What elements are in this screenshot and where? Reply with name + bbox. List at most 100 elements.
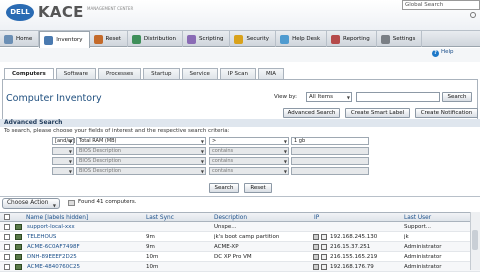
- create-smart-label-link[interactable]: Create Smart Label: [345, 108, 410, 118]
- field-select[interactable]: BIOS Description ▼: [76, 167, 206, 175]
- operator-select[interactable]: contains ▼: [209, 157, 289, 165]
- criteria-value-input[interactable]: [291, 167, 369, 175]
- table-row[interactable]: DNH-89EEEF2D25 10m DC XP Pro VM 216.155.165…: [0, 252, 480, 262]
- scripting-icon: [187, 34, 196, 44]
- description: jk's boot camp partition: [214, 234, 280, 240]
- operator-select-value: contains: [212, 168, 234, 174]
- nav-scripting[interactable]: Scripting: [183, 31, 231, 47]
- chevron-down-icon: ▼: [283, 169, 287, 174]
- ping-icon[interactable]: [321, 244, 327, 250]
- computer-name-link[interactable]: ACME-6C0AF7498F: [27, 242, 80, 252]
- operator-select[interactable]: contains ▼: [209, 147, 289, 155]
- computer-icon: [15, 254, 22, 260]
- computer-name-link[interactable]: TELEHOUS: [27, 232, 56, 242]
- chevron-down-icon: ▼: [200, 169, 204, 174]
- help-icon[interactable]: ?: [432, 50, 439, 57]
- ip-address: 216.15.37.251: [330, 244, 371, 250]
- ping-icon[interactable]: [321, 234, 327, 240]
- network-icon[interactable]: [313, 254, 319, 260]
- help-link[interactable]: Help: [441, 49, 454, 55]
- row-checkbox[interactable]: [4, 234, 10, 240]
- field-select-value: BIOS Description: [79, 168, 122, 174]
- operator-select[interactable]: contains ▼: [209, 167, 289, 175]
- nav-distribution[interactable]: Distribution: [128, 31, 183, 47]
- field-select[interactable]: BIOS Description ▼: [76, 147, 206, 155]
- table-row[interactable]: TELEHOUS 9m jk's boot camp partition 192.16…: [0, 232, 480, 242]
- advanced-search-link[interactable]: Advanced Search: [283, 108, 340, 118]
- tab-mia[interactable]: MIA: [257, 68, 285, 79]
- advanced-search-description: To search, please choose your fields of …: [4, 128, 230, 134]
- operator-select-value: contains: [212, 158, 234, 164]
- choose-action-label: Choose Action: [7, 200, 49, 206]
- conjunction-select[interactable]: [and/or] ▼: [52, 137, 75, 145]
- nav-inventory[interactable]: Inventory: [39, 31, 90, 48]
- criteria-value-input[interactable]: [291, 147, 369, 155]
- ping-icon[interactable]: [321, 254, 327, 260]
- tab-software[interactable]: Software: [55, 68, 96, 79]
- conjunction-select[interactable]: ▼: [52, 157, 74, 165]
- tab-ip-scan[interactable]: IP Scan: [219, 68, 256, 79]
- col-last-sync[interactable]: Last Sync: [146, 214, 174, 222]
- row-checkbox[interactable]: [4, 254, 10, 260]
- nav-home[interactable]: Home: [0, 31, 40, 47]
- search-input[interactable]: [356, 92, 440, 102]
- choose-action-dropdown[interactable]: Choose Action ▼: [2, 198, 60, 209]
- conjunction-select[interactable]: ▼: [52, 147, 74, 155]
- computer-name-link[interactable]: support-local-xxx: [27, 222, 75, 232]
- chevron-down-icon: ▼: [68, 139, 72, 144]
- page-title: Computer Inventory: [6, 93, 102, 104]
- select-all-checkbox[interactable]: [4, 214, 10, 220]
- criteria-value-input[interactable]: [291, 157, 369, 165]
- view-by-value: All Items: [309, 94, 333, 100]
- ping-icon[interactable]: [321, 264, 327, 270]
- computer-name-link[interactable]: ACME-4840760C25: [27, 262, 80, 272]
- tab-processes[interactable]: Processes: [98, 68, 142, 79]
- nav-label: Reset: [105, 36, 121, 42]
- nav-help-desk[interactable]: Help Desk: [276, 31, 328, 47]
- conjunction-select[interactable]: ▼: [52, 167, 74, 175]
- table-header: Name [labels hidden] Last Sync Descripti…: [0, 212, 480, 222]
- reset-button[interactable]: Reset: [244, 183, 272, 193]
- view-by-label: View by:: [274, 94, 297, 100]
- nav-reporting[interactable]: Reporting: [327, 31, 377, 47]
- ip-address: 192.168.176.79: [330, 264, 374, 270]
- view-by-select[interactable]: All Items ▼: [306, 92, 352, 102]
- field-select[interactable]: BIOS Description ▼: [76, 157, 206, 165]
- operator-select[interactable]: > ▼: [209, 137, 289, 145]
- chevron-down-icon: ▼: [283, 139, 287, 144]
- chevron-down-icon: ▼: [68, 159, 72, 164]
- computer-name-link[interactable]: DNH-89EEEF2D25: [27, 252, 77, 262]
- table-row[interactable]: support-local-xxx Unspe... Support...: [0, 222, 480, 232]
- nav-reset[interactable]: Reset: [90, 31, 128, 47]
- sub-bar: [0, 48, 480, 62]
- row-checkbox[interactable]: [4, 264, 10, 270]
- computer-icon: [15, 244, 22, 250]
- row-checkbox[interactable]: [4, 224, 10, 230]
- criteria-value-input[interactable]: 1 gb: [291, 137, 369, 145]
- tab-startup[interactable]: Startup: [143, 68, 180, 79]
- row-checkbox[interactable]: [4, 244, 10, 250]
- field-select[interactable]: Total RAM (MB) ▼: [76, 137, 206, 145]
- network-icon[interactable]: [313, 264, 319, 270]
- chevron-down-icon: ▼: [200, 149, 204, 154]
- nav-security[interactable]: Security: [230, 31, 277, 47]
- table-row[interactable]: ACME-6C0AF7498F 9m ACME-XP 216.15.37.251 Adm…: [0, 242, 480, 252]
- network-icon[interactable]: [313, 234, 319, 240]
- col-ip[interactable]: IP: [314, 214, 319, 222]
- description: Unspe...: [214, 224, 237, 230]
- nav-settings[interactable]: Settings: [377, 31, 423, 47]
- create-notification-link[interactable]: Create Notification: [415, 108, 478, 118]
- col-name[interactable]: Name [labels hidden]: [26, 214, 88, 222]
- global-search-input[interactable]: Global Search: [402, 0, 480, 10]
- scrollbar-thumb[interactable]: [472, 230, 478, 250]
- search-button[interactable]: Search: [442, 92, 472, 102]
- network-icon[interactable]: [313, 244, 319, 250]
- tab-service[interactable]: Service: [181, 68, 218, 79]
- col-description[interactable]: Description: [214, 214, 247, 222]
- col-last-user[interactable]: Last User: [404, 214, 431, 222]
- search-icon[interactable]: [470, 12, 476, 18]
- chevron-down-icon: ▼: [283, 149, 287, 154]
- table-row[interactable]: ACME-4840760C25 10m 192.168.176.79 Administ…: [0, 262, 480, 272]
- advanced-search-button[interactable]: Search: [209, 183, 239, 193]
- distribution-icon: [131, 34, 141, 44]
